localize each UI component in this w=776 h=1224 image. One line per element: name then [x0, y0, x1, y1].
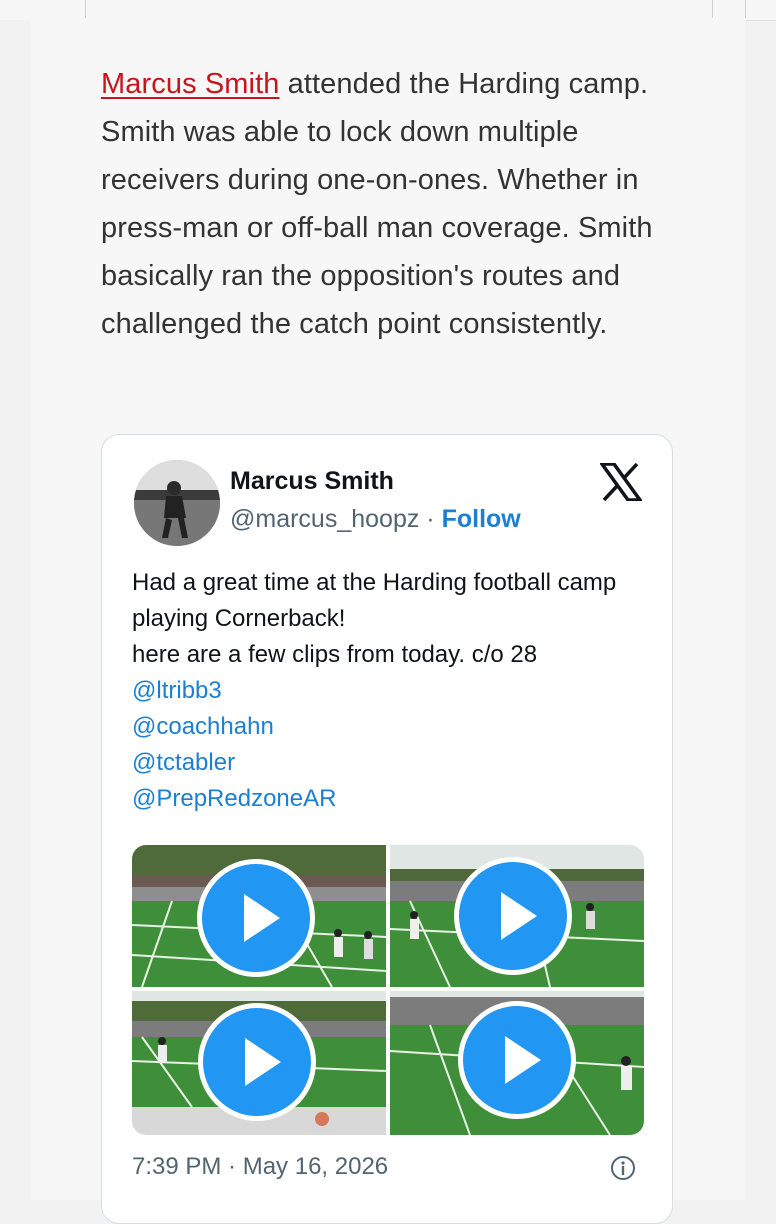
play-icon[interactable]: [454, 857, 572, 975]
divider: [85, 0, 86, 18]
separator: ·: [419, 505, 442, 533]
tweet-line: Had a great time at the Harding football…: [132, 569, 617, 632]
mention-link[interactable]: @ltribb3: [132, 673, 662, 709]
follow-button[interactable]: Follow: [442, 505, 521, 533]
mention-link[interactable]: @tctabler: [132, 745, 662, 781]
page-margin: [0, 20, 30, 1200]
video-thumbnail[interactable]: [390, 845, 644, 987]
avatar[interactable]: [134, 460, 220, 546]
tweet-text: Had a great time at the Harding football…: [132, 565, 662, 817]
top-strip: [0, 0, 776, 21]
player-link[interactable]: Marcus Smith: [101, 68, 279, 100]
article-paragraph: Marcus Smith attended the Harding camp. …: [101, 60, 661, 348]
author-name[interactable]: Marcus Smith: [230, 467, 394, 496]
tweet-timestamp[interactable]: 7:39 PM · May 16, 2026: [132, 1153, 388, 1181]
video-thumbnail[interactable]: [132, 991, 386, 1135]
mention-link[interactable]: @PrepRedzoneAR: [132, 781, 662, 817]
tweet-line: here are a few clips from today. c/o 28: [132, 641, 538, 668]
divider: [712, 0, 713, 18]
info-icon[interactable]: [610, 1155, 636, 1181]
paragraph-text: attended the Harding camp. Smith was abl…: [101, 68, 653, 340]
handle-row: @marcus_hoopz · Follow: [230, 505, 521, 534]
media-grid: [132, 845, 644, 1135]
play-icon[interactable]: [197, 859, 315, 977]
mention-link[interactable]: @coachhahn: [132, 709, 662, 745]
video-thumbnail[interactable]: [390, 991, 644, 1135]
play-icon[interactable]: [458, 1001, 576, 1119]
embedded-tweet[interactable]: Marcus Smith @marcus_hoopz · Follow Had …: [101, 434, 673, 1224]
x-logo-icon[interactable]: [600, 463, 642, 501]
author-handle[interactable]: @marcus_hoopz: [230, 505, 419, 533]
divider: [745, 0, 746, 18]
play-icon[interactable]: [198, 1003, 316, 1121]
video-thumbnail[interactable]: [132, 845, 386, 987]
